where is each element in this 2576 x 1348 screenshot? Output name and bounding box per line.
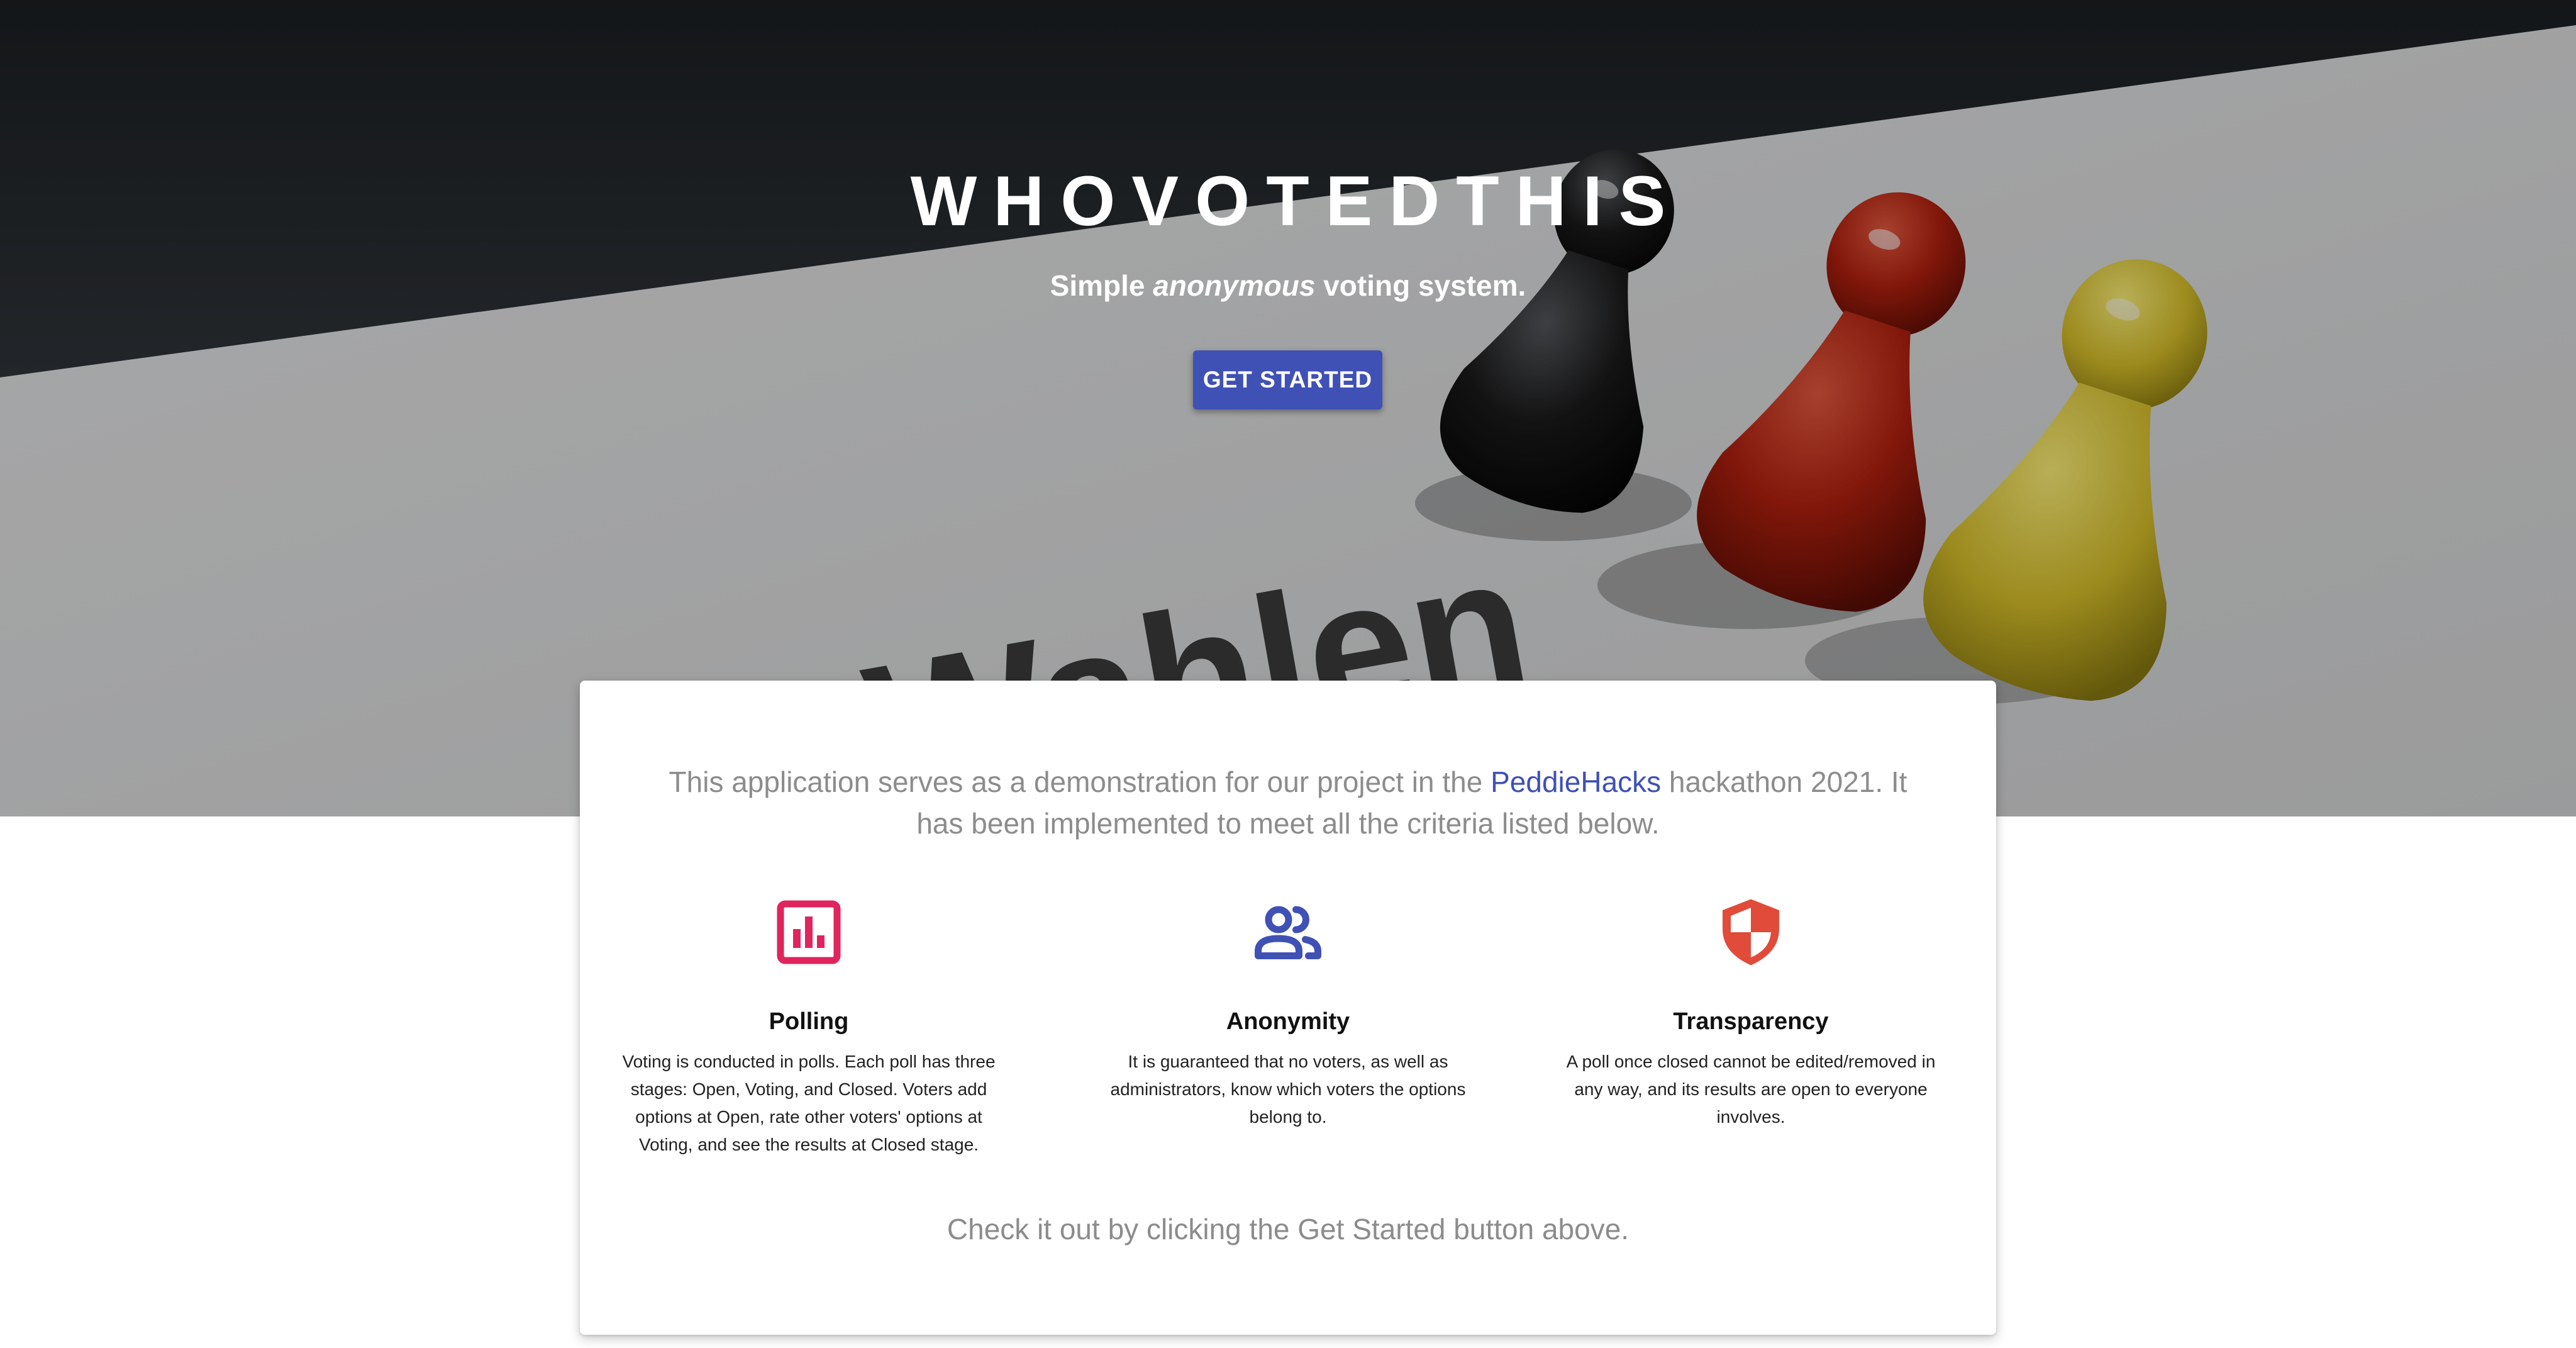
tagline-end: voting system. [1315, 269, 1526, 302]
site-tagline: Simple anonymous voting system. [0, 267, 2576, 304]
feature-title: Anonymity [1226, 1008, 1350, 1035]
site-title: WHOVOTEDTHIS [910, 162, 1682, 240]
peddiehacks-link[interactable]: PeddieHacks [1491, 766, 1661, 798]
feature-title: Transparency [1673, 1008, 1829, 1035]
feature-title: Polling [769, 1008, 849, 1035]
feature-anonymity: Anonymity It is guaranteed that no voter… [1087, 894, 1489, 1131]
feature-polling: Polling Voting is conducted in polls. Ea… [608, 894, 1010, 1159]
feature-description: Voting is conducted in polls. Each poll … [622, 1052, 996, 1154]
feature-transparency: Transparency A poll once closed cannot b… [1550, 894, 1952, 1131]
feature-description: It is guaranteed that no voters, as well… [1110, 1052, 1466, 1127]
outro-paragraph: Check it out by clicking the Get Started… [947, 1213, 1629, 1245]
shield-icon [1723, 899, 1779, 966]
tagline-start: Simple [1050, 269, 1153, 302]
get-started-button[interactable]: GET STARTED [1193, 350, 1382, 409]
feature-description: A poll once closed cannot be edited/remo… [1566, 1052, 1936, 1127]
intro-paragraph: This application serves as a demonstrati… [643, 761, 1933, 844]
tagline-emphasis: anonymous [1153, 269, 1316, 302]
intro-text-start: This application serves as a demonstrati… [669, 766, 1491, 798]
people-icon [1255, 906, 1321, 959]
info-card: This application serves as a demonstrati… [580, 681, 1996, 1335]
bar-chart-icon [777, 900, 841, 964]
